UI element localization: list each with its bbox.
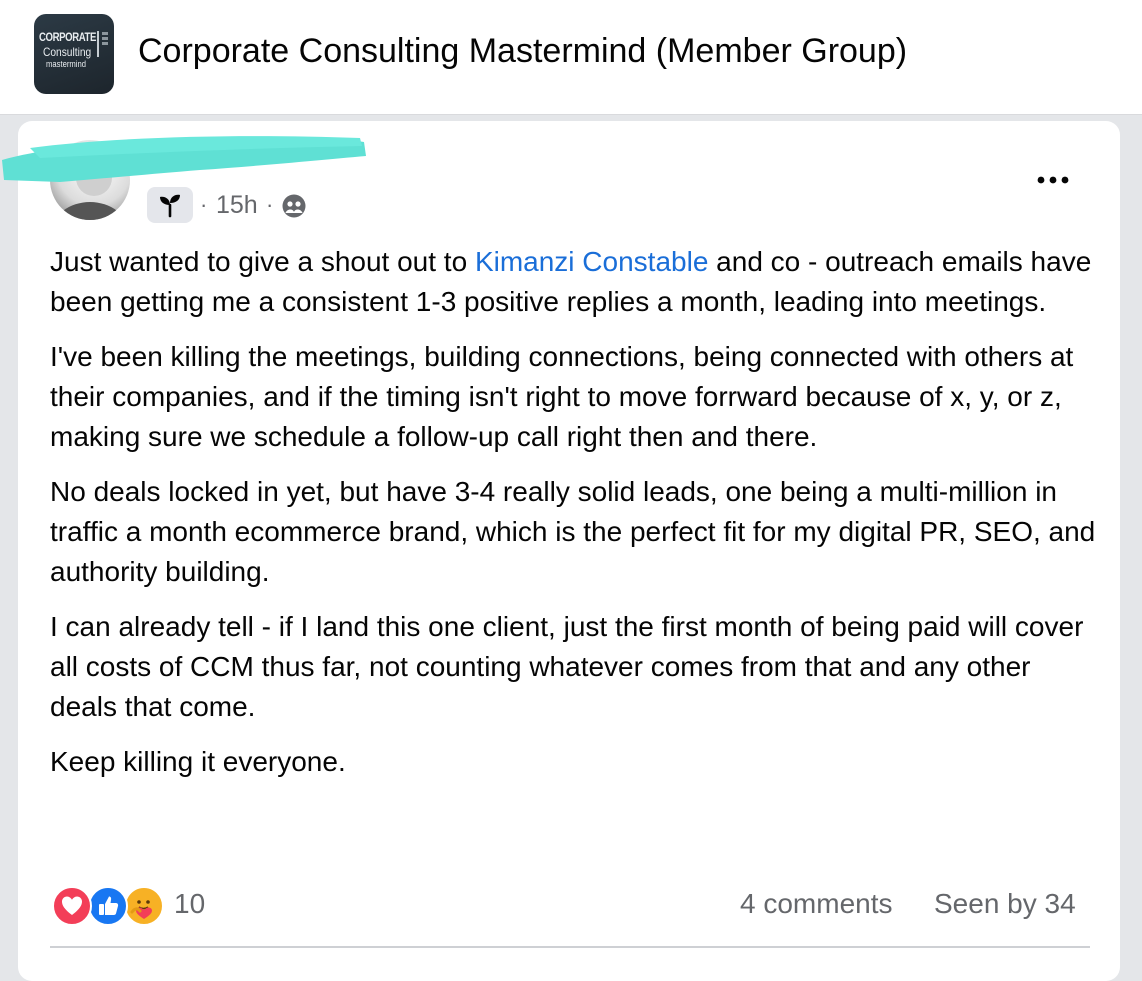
logo-mark: [102, 32, 108, 35]
more-options-icon[interactable]: [1034, 170, 1074, 190]
footer-divider: [50, 946, 1090, 948]
seen-by-link[interactable]: Seen by 34: [934, 888, 1076, 920]
members-icon[interactable]: [281, 193, 307, 219]
love-reaction-icon: [52, 886, 92, 926]
group-header: CORPORATE Consulting mastermind Corporat…: [0, 0, 1142, 115]
meta-separator: ·: [266, 192, 274, 217]
group-title[interactable]: Corporate Consulting Mastermind (Member …: [138, 32, 907, 71]
care-reaction-icon: [124, 886, 164, 926]
meta-separator: ·: [200, 192, 208, 217]
logo-text-line1: CORPORATE: [39, 30, 97, 44]
logo-text-line3: mastermind: [46, 59, 86, 69]
logo-divider: [97, 31, 99, 57]
group-logo[interactable]: CORPORATE Consulting mastermind: [34, 14, 114, 94]
post-timestamp[interactable]: 15h: [216, 191, 258, 220]
post-paragraph-3: No deals locked in yet, but have 3-4 rea…: [50, 476, 1096, 587]
reaction-count[interactable]: 10: [174, 888, 205, 920]
post-paragraph-4: I can already tell - if I land this one …: [50, 611, 1084, 722]
post-paragraph-5: Keep killing it everyone.: [50, 746, 346, 777]
post-paragraph-2: I've been killing the meetings, building…: [50, 341, 1074, 452]
sprout-icon[interactable]: [147, 187, 193, 223]
logo-text-line2: Consulting: [43, 45, 92, 59]
like-reaction-icon: [88, 886, 128, 926]
post-paragraph-1: Just wanted to give a shout out to Kiman…: [50, 242, 1100, 322]
mention-link[interactable]: Kimanzi Constable: [475, 246, 708, 277]
comments-count-link[interactable]: 4 comments: [740, 888, 893, 920]
post-text-segment: Just wanted to give a shout out to: [50, 246, 475, 277]
post-text: Just wanted to give a shout out to Kiman…: [50, 242, 1100, 797]
author-name-redaction: [2, 136, 366, 182]
